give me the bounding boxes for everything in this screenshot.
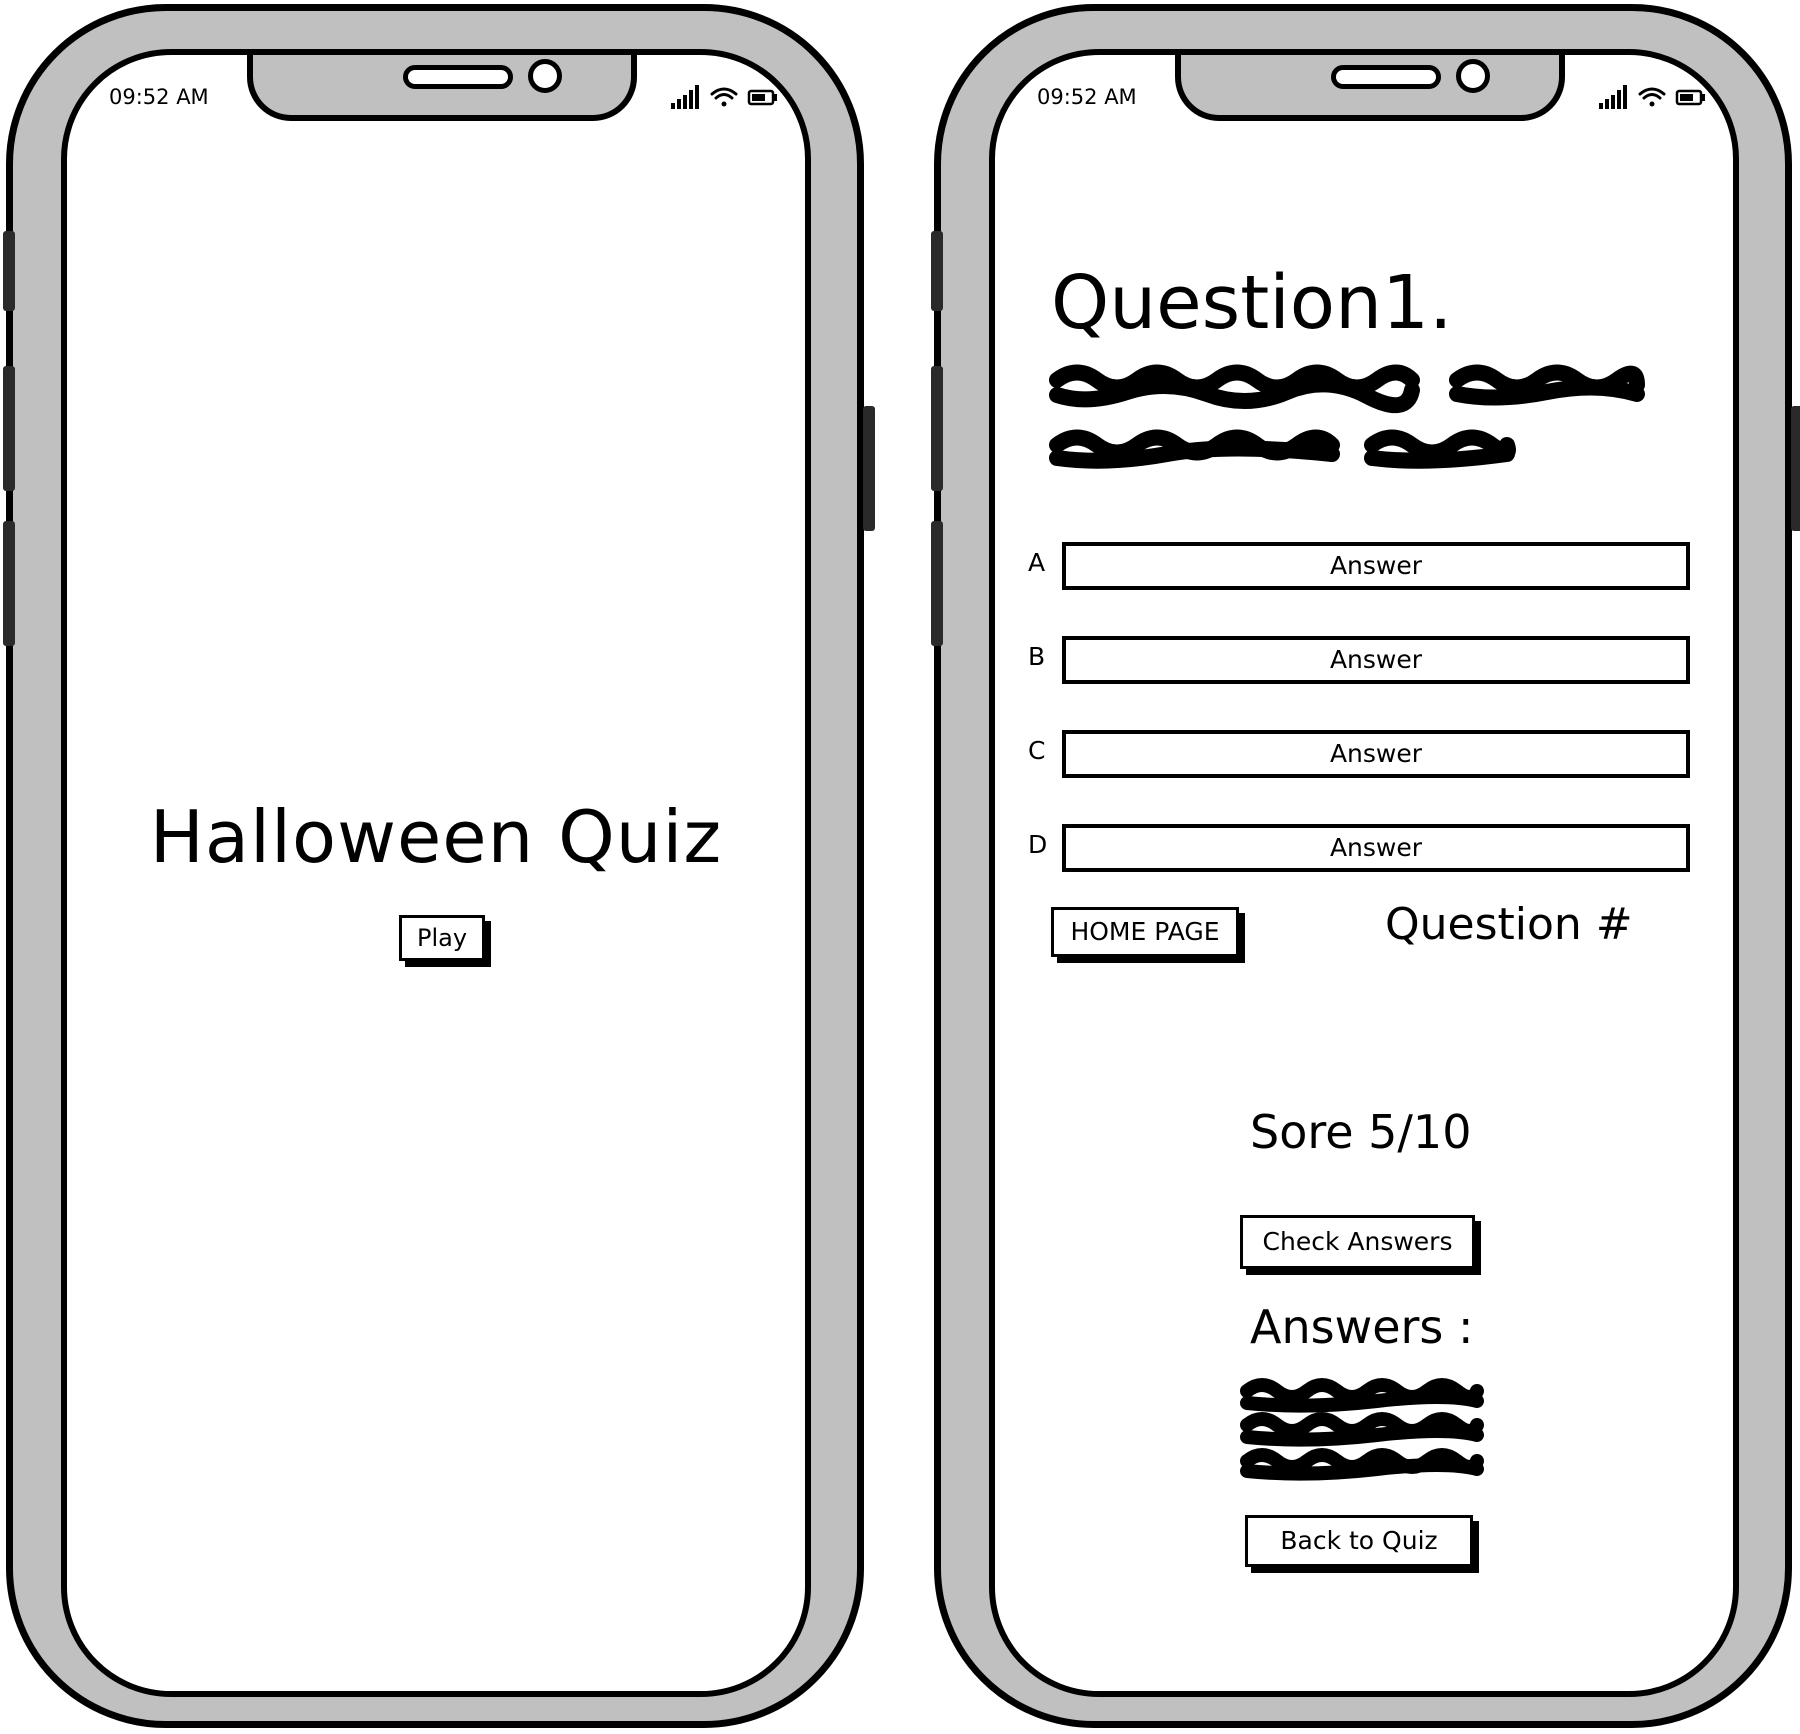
answer-option-d[interactable]: Answer xyxy=(1062,824,1690,872)
volume-up-button xyxy=(3,366,15,491)
wifi-icon xyxy=(1638,87,1666,107)
answer-option-a[interactable]: Answer xyxy=(1062,542,1690,590)
camera-icon xyxy=(528,59,562,93)
volume-down-button xyxy=(931,521,943,646)
option-letter-d: D xyxy=(1028,830,1048,859)
volume-down-button xyxy=(3,521,15,646)
home-page-button[interactable]: HOME PAGE xyxy=(1051,907,1239,957)
wifi-icon xyxy=(710,87,738,107)
option-letter-c: C xyxy=(1028,736,1046,765)
phone-frame-right: 09:52 AM Question1. A Answer B Answer C … xyxy=(931,4,1800,1728)
side-button xyxy=(931,231,943,311)
notch xyxy=(247,55,637,121)
answers-heading: Answers : xyxy=(1250,1300,1474,1354)
notch xyxy=(1175,55,1565,121)
back-to-quiz-button[interactable]: Back to Quiz xyxy=(1245,1515,1473,1567)
status-icons xyxy=(1599,85,1705,109)
check-answers-button[interactable]: Check Answers xyxy=(1240,1215,1475,1269)
question-title: Question1. xyxy=(1051,260,1453,346)
speaker-icon xyxy=(1331,65,1441,89)
answer-option-c[interactable]: Answer xyxy=(1062,730,1690,778)
battery-icon xyxy=(747,89,777,106)
battery-icon xyxy=(1675,89,1705,106)
question-text-scribble xyxy=(1049,364,1645,469)
status-time: 09:52 AM xyxy=(1037,85,1137,109)
status-time: 09:52 AM xyxy=(109,85,209,109)
side-button xyxy=(3,231,15,311)
option-letter-b: B xyxy=(1028,642,1046,671)
signal-icon xyxy=(1599,85,1627,109)
speaker-icon xyxy=(403,65,513,89)
answer-option-b[interactable]: Answer xyxy=(1062,636,1690,684)
score-display: Sore 5/10 xyxy=(1250,1105,1472,1159)
screen-home: 09:52 AM Halloween Quiz Play xyxy=(61,49,811,1697)
option-letter-a: A xyxy=(1028,548,1046,577)
question-number: Question # xyxy=(1385,899,1633,950)
answers-text-scribble xyxy=(1240,1378,1484,1481)
status-icons xyxy=(671,85,777,109)
play-button[interactable]: Play xyxy=(399,915,485,961)
app-title: Halloween Quiz xyxy=(149,795,723,879)
phone-frame-left: 09:52 AM Halloween Quiz Play xyxy=(3,4,875,1728)
signal-icon xyxy=(671,85,699,109)
camera-icon xyxy=(1456,59,1490,93)
power-button xyxy=(863,406,875,531)
power-button xyxy=(1791,406,1800,531)
screen-quiz: 09:52 AM Question1. A Answer B Answer C … xyxy=(989,49,1739,1697)
volume-up-button xyxy=(931,366,943,491)
